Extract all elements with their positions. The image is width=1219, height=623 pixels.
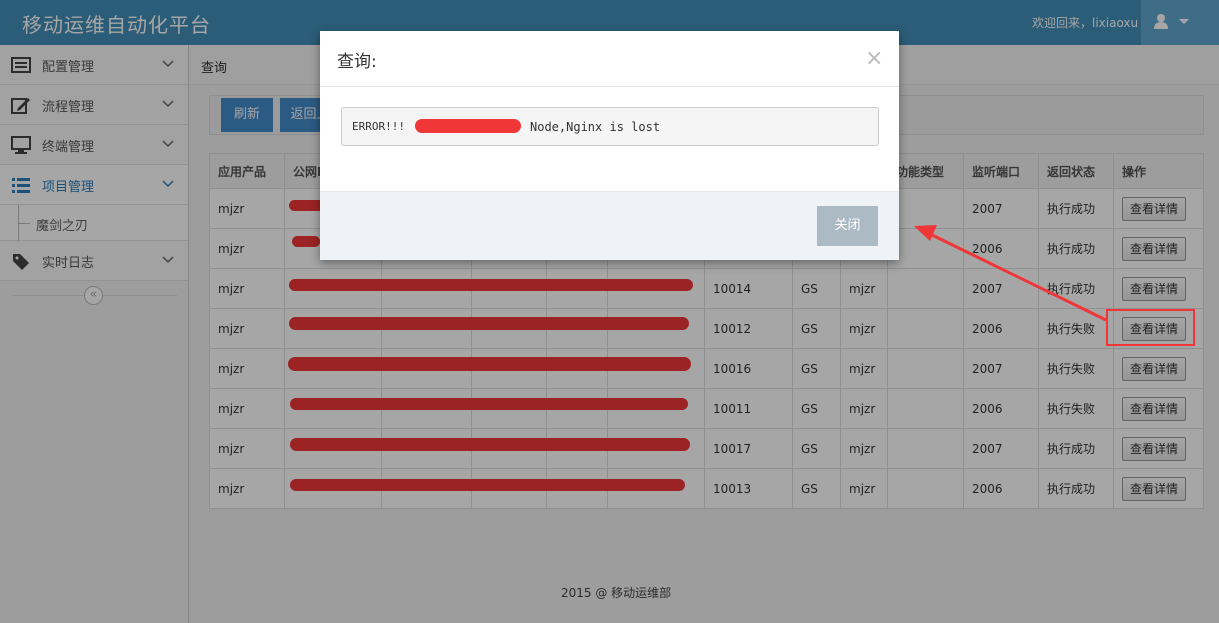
annotation-arrow-icon	[914, 225, 1107, 322]
